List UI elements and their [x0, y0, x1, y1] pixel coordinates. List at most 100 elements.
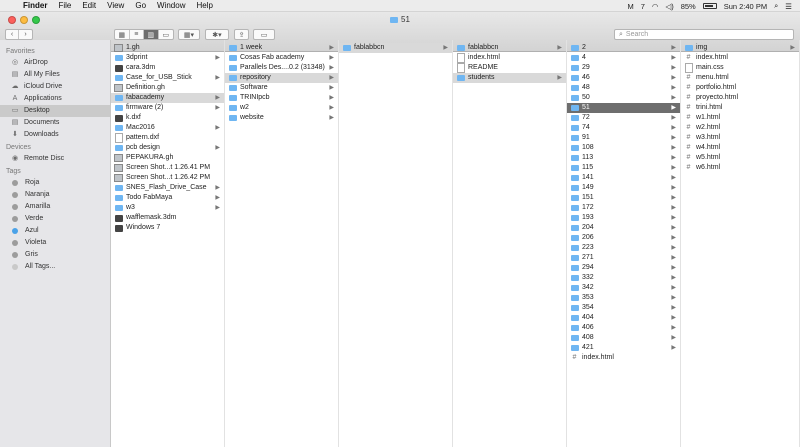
list-item[interactable]: w6.html: [681, 163, 799, 173]
list-item[interactable]: 332 ▶: [567, 273, 680, 283]
list-item[interactable]: w5.html: [681, 153, 799, 163]
sidebar-tag-azul[interactable]: Azul: [0, 225, 110, 237]
sidebar-item-downloads[interactable]: ⬇ Downloads: [0, 129, 110, 141]
spotlight-icon[interactable]: ⌕: [774, 1, 778, 11]
list-item[interactable]: 91 ▶: [567, 133, 680, 143]
list-item[interactable]: Case_for_USB_Stick ▶: [111, 73, 224, 83]
list-view-button[interactable]: ≡: [130, 30, 145, 39]
menu-window[interactable]: Window: [157, 1, 185, 10]
list-item[interactable]: 72 ▶: [567, 113, 680, 123]
list-item[interactable]: w3.html: [681, 133, 799, 143]
icon-view-button[interactable]: ▦: [115, 30, 130, 39]
edit-tags-button[interactable]: ▭: [253, 29, 275, 40]
list-item[interactable]: 108 ▶: [567, 143, 680, 153]
sidebar-item-icloud-drive[interactable]: ☁ iCloud Drive: [0, 81, 110, 93]
list-item[interactable]: 46 ▶: [567, 73, 680, 83]
share-button[interactable]: ⇪: [234, 29, 249, 40]
list-item[interactable]: main.css: [681, 63, 799, 73]
list-item[interactable]: index.html: [567, 353, 680, 363]
sidebar-tag-roja[interactable]: Roja: [0, 177, 110, 189]
status-m-icon[interactable]: M: [627, 2, 633, 11]
list-item[interactable]: index.html: [681, 53, 799, 63]
cover-flow-button[interactable]: ▭: [159, 30, 173, 39]
list-item[interactable]: SNES_Flash_Drive_Case ▶: [111, 183, 224, 193]
list-item[interactable]: Windows 7: [111, 223, 224, 233]
back-button[interactable]: ‹: [6, 30, 20, 39]
list-item[interactable]: 74 ▶: [567, 123, 680, 133]
list-item[interactable]: w1.html: [681, 113, 799, 123]
list-item[interactable]: menu.html: [681, 73, 799, 83]
list-item[interactable]: pattern.dxf: [111, 133, 224, 143]
list-item[interactable]: Mac2016 ▶: [111, 123, 224, 133]
action-button[interactable]: ✱▾: [205, 29, 229, 40]
list-item[interactable]: portfolio.html: [681, 83, 799, 93]
sidebar-tag-gris[interactable]: Gris: [0, 249, 110, 261]
list-item[interactable]: 354 ▶: [567, 303, 680, 313]
arrange-button[interactable]: ▦▾: [178, 29, 200, 40]
status-count[interactable]: 7: [641, 2, 645, 11]
list-item[interactable]: 408 ▶: [567, 333, 680, 343]
list-item[interactable]: 342 ▶: [567, 283, 680, 293]
list-item[interactable]: 193 ▶: [567, 213, 680, 223]
list-item[interactable]: website ▶: [225, 113, 338, 123]
list-item[interactable]: Definition.gh: [111, 83, 224, 93]
wifi-icon[interactable]: ◠: [652, 2, 659, 11]
sidebar-item-remote-disc[interactable]: ◉ Remote Disc: [0, 153, 110, 165]
list-item[interactable]: 48 ▶: [567, 83, 680, 93]
notification-center-icon[interactable]: ☰: [785, 2, 792, 11]
sidebar-tag-all-tags[interactable]: All Tags...: [0, 261, 110, 273]
sidebar-item-documents[interactable]: ▤ Documents: [0, 117, 110, 129]
list-item[interactable]: 1 week ▶: [225, 43, 338, 53]
search-field[interactable]: ⌕ Search: [614, 29, 794, 40]
list-item[interactable]: Parallels Des....0.2 (31348) ▶: [225, 63, 338, 73]
sidebar-item-desktop[interactable]: ▭ Desktop: [0, 105, 110, 117]
list-item[interactable]: 141 ▶: [567, 173, 680, 183]
list-item[interactable]: 294 ▶: [567, 263, 680, 273]
list-item[interactable]: PEPAKURA.gh: [111, 153, 224, 163]
list-item[interactable]: Screen Shot...t 1.26.41 PM: [111, 163, 224, 173]
list-item[interactable]: 271 ▶: [567, 253, 680, 263]
list-item[interactable]: 353 ▶: [567, 293, 680, 303]
list-item[interactable]: 1.gh: [111, 43, 224, 53]
menu-help[interactable]: Help: [196, 1, 212, 10]
sidebar-tag-amarilla[interactable]: Amarilla: [0, 201, 110, 213]
sidebar-item-all-my-files[interactable]: ▤ All My Files: [0, 69, 110, 81]
list-item[interactable]: 4 ▶: [567, 53, 680, 63]
list-item[interactable]: 206 ▶: [567, 233, 680, 243]
list-item[interactable]: 3dprint ▶: [111, 53, 224, 63]
list-item[interactable]: w2 ▶: [225, 103, 338, 113]
forward-button[interactable]: ›: [19, 30, 32, 39]
list-item[interactable]: fablabbcn ▶: [339, 43, 452, 53]
list-item[interactable]: img ▶: [681, 43, 799, 53]
volume-icon[interactable]: ◁): [665, 2, 673, 11]
battery-icon[interactable]: [702, 3, 717, 9]
menu-file[interactable]: File: [58, 1, 71, 10]
list-item[interactable]: k.dxf: [111, 113, 224, 123]
list-item[interactable]: index.html: [453, 53, 566, 63]
list-item[interactable]: 421 ▶: [567, 343, 680, 353]
list-item[interactable]: wafflemask.3dm: [111, 213, 224, 223]
list-item[interactable]: 172 ▶: [567, 203, 680, 213]
list-item[interactable]: 404 ▶: [567, 313, 680, 323]
list-item[interactable]: Cosas Fab academy ▶: [225, 53, 338, 63]
list-item[interactable]: 223 ▶: [567, 243, 680, 253]
list-item[interactable]: firmware (2) ▶: [111, 103, 224, 113]
battery-percent[interactable]: 85%: [681, 2, 696, 11]
list-item[interactable]: repository ▶: [225, 73, 338, 83]
list-item[interactable]: students ▶: [453, 73, 566, 83]
sidebar-item-airdrop[interactable]: ◎ AirDrop: [0, 57, 110, 69]
list-item[interactable]: pcb design ▶: [111, 143, 224, 153]
list-item[interactable]: Screen Shot...t 1.26.42 PM: [111, 173, 224, 183]
list-item[interactable]: Software ▶: [225, 83, 338, 93]
menu-view[interactable]: View: [107, 1, 124, 10]
list-item[interactable]: Todo FabMaya ▶: [111, 193, 224, 203]
list-item[interactable]: fablabbcn ▶: [453, 43, 566, 53]
list-item[interactable]: w3 ▶: [111, 203, 224, 213]
list-item[interactable]: 113 ▶: [567, 153, 680, 163]
list-item[interactable]: 115 ▶: [567, 163, 680, 173]
list-item[interactable]: 51 ▶: [567, 103, 680, 113]
list-item[interactable]: 29 ▶: [567, 63, 680, 73]
column-view-button[interactable]: ▥: [144, 30, 159, 39]
list-item[interactable]: fabacademy ▶: [111, 93, 224, 103]
list-item[interactable]: 2 ▶: [567, 43, 680, 53]
